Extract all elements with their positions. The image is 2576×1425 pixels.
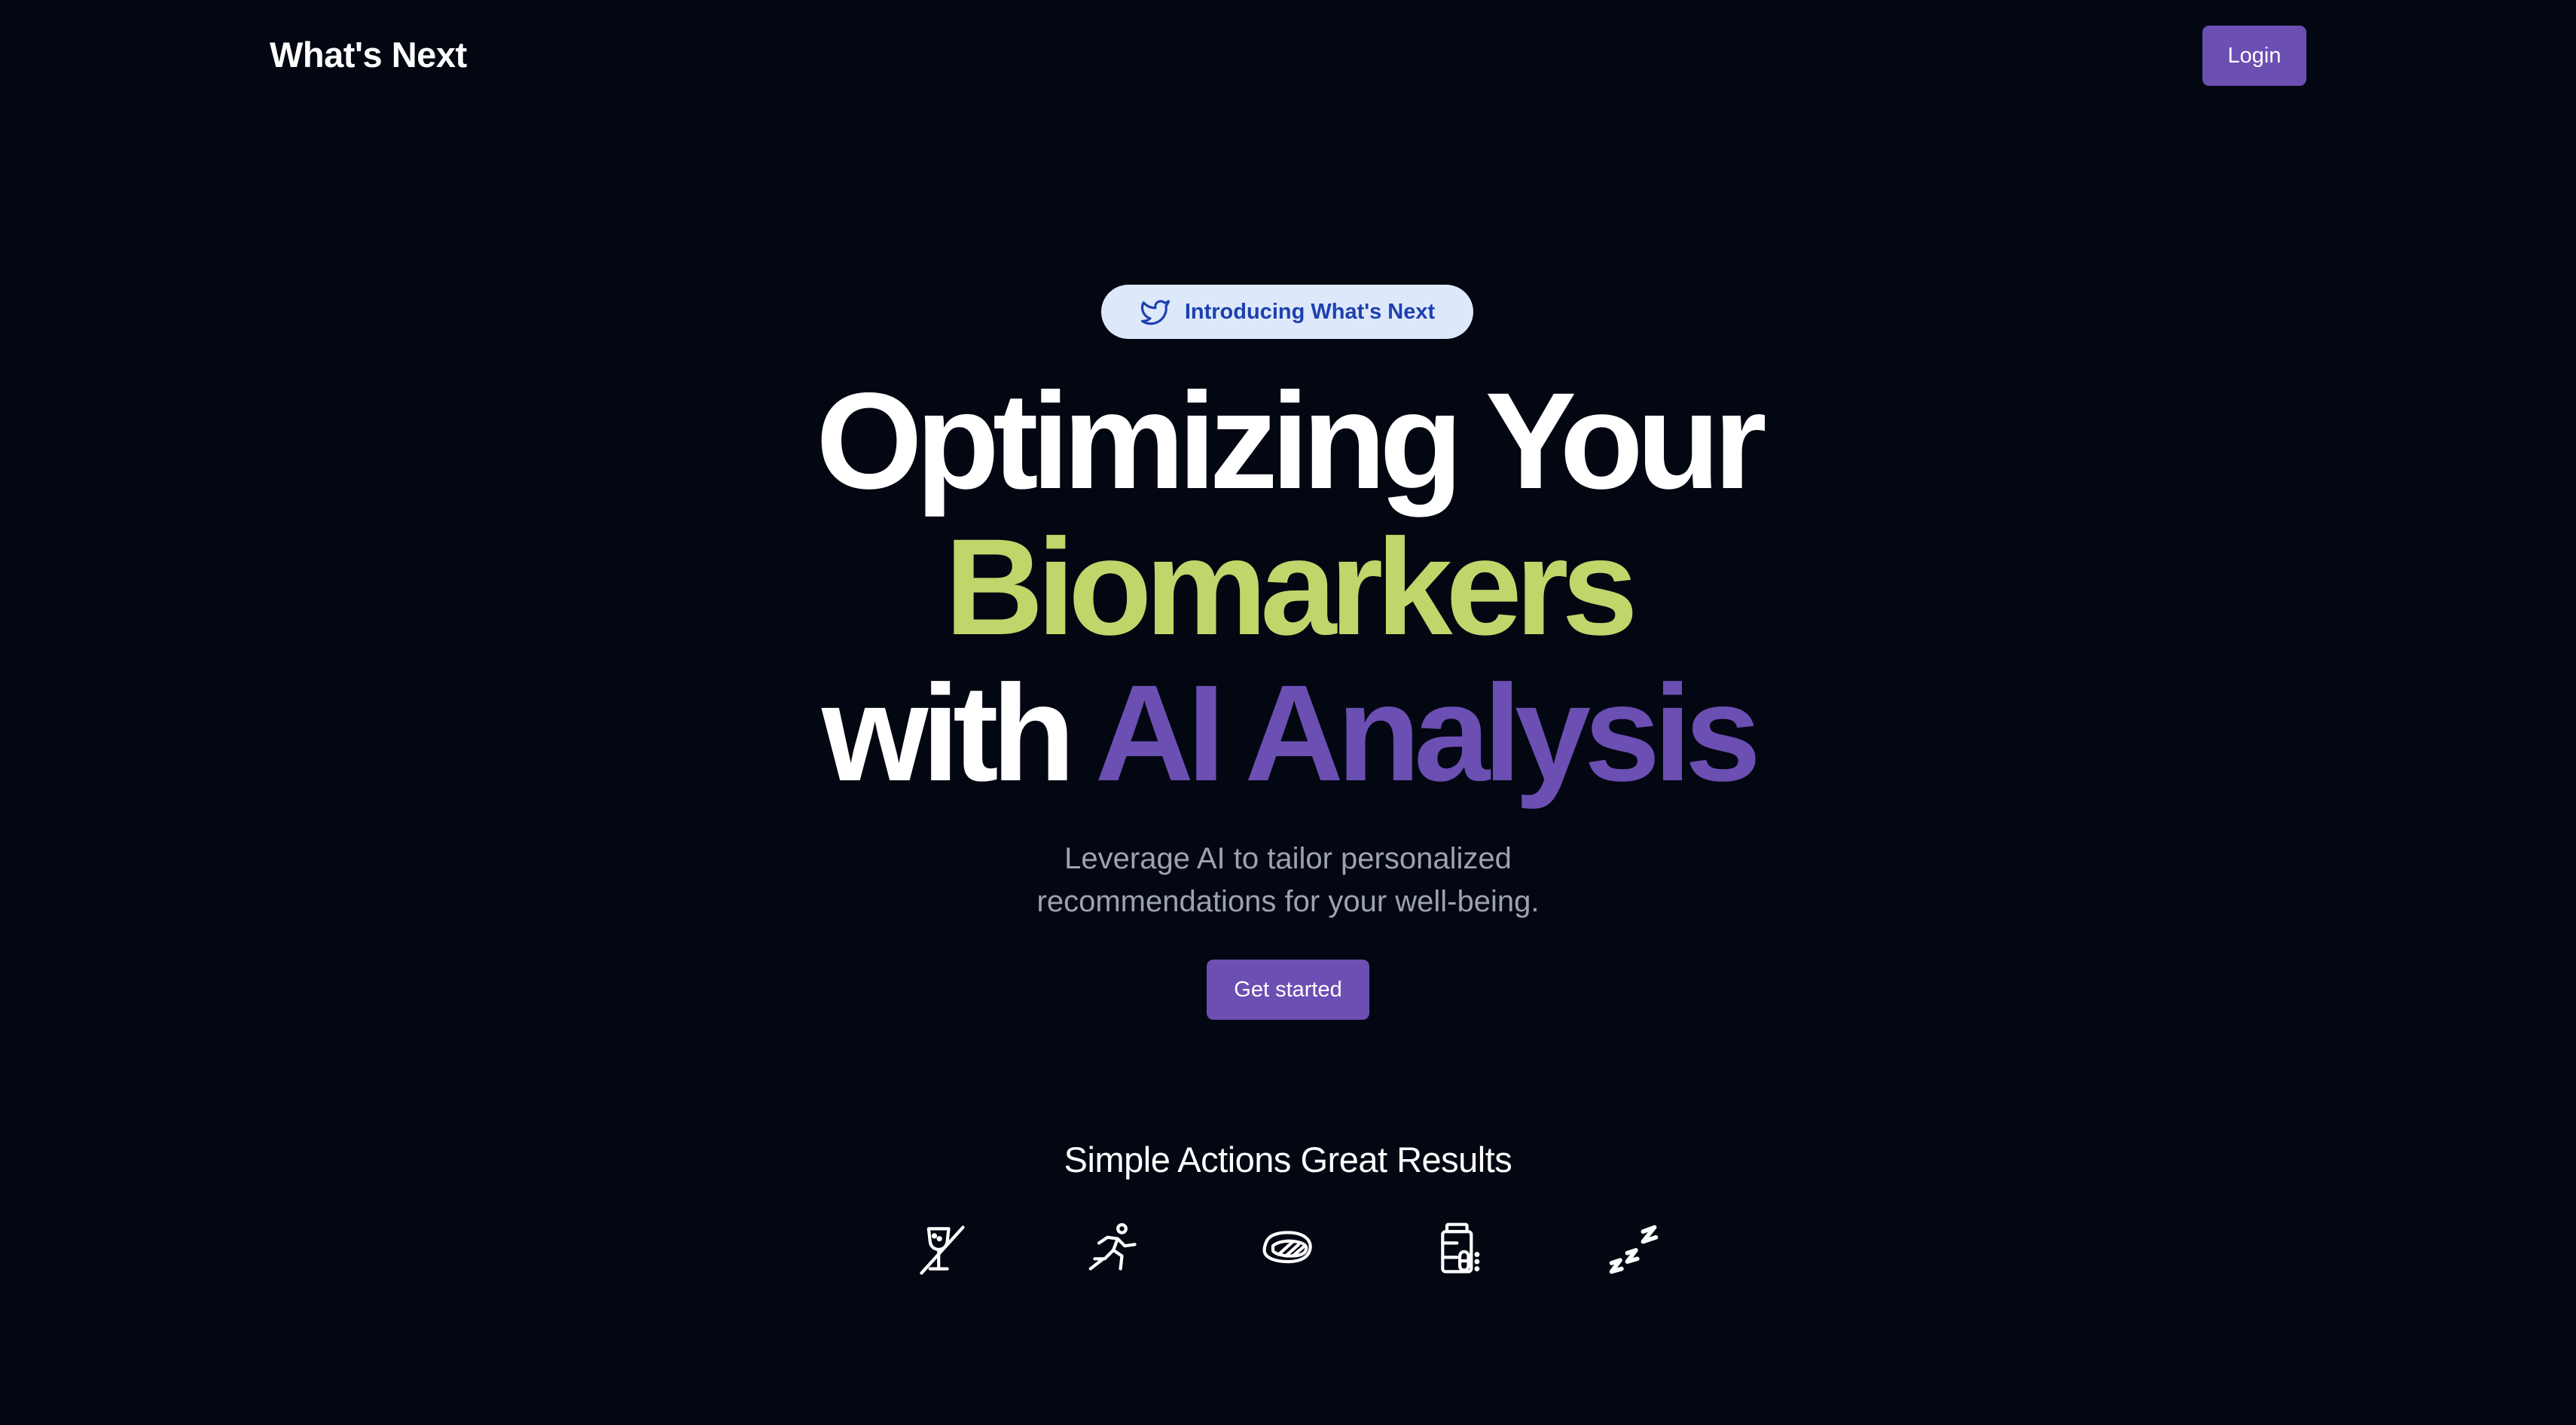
sleep-icon [1604,1219,1665,1279]
no-alcohol-icon [911,1219,972,1279]
twitter-bird-icon [1140,296,1171,328]
steak-icon [1257,1219,1317,1279]
headline-line-1: Optimizing Your [816,364,1767,517]
get-started-button[interactable]: Get started [1207,960,1369,1020]
headline-line-2: Biomarkers [945,510,1638,664]
site-header: What's Next Login [0,0,2576,113]
headline-line-3: with AI Analysis [0,660,2576,806]
hero-subtext-line-2: recommendations for your well-being. [1036,885,1540,918]
actions-section-title: Simple Actions Great Results [1064,1140,1512,1179]
hero-subtext: Leverage AI to tailor personalized recom… [0,838,2576,923]
running-icon [1085,1219,1145,1279]
headline-line-3-highlight: AI Analysis [1094,656,1761,810]
intro-badge-label: Introducing What's Next [1184,299,1436,324]
login-button[interactable]: Login [2202,26,2306,86]
intro-badge[interactable]: Introducing What's Next [1101,285,1473,339]
hero-headline: Optimizing Your Biomarkers with AI Analy… [0,368,2576,806]
actions-icon-row [911,1219,1665,1279]
headline-line-3-prefix: with [821,656,1076,810]
brand-logo[interactable]: What's Next [270,32,467,78]
supplement-bottle-icon [1431,1219,1491,1279]
hero-subtext-line-1: Leverage AI to tailor personalized [1064,842,1512,875]
